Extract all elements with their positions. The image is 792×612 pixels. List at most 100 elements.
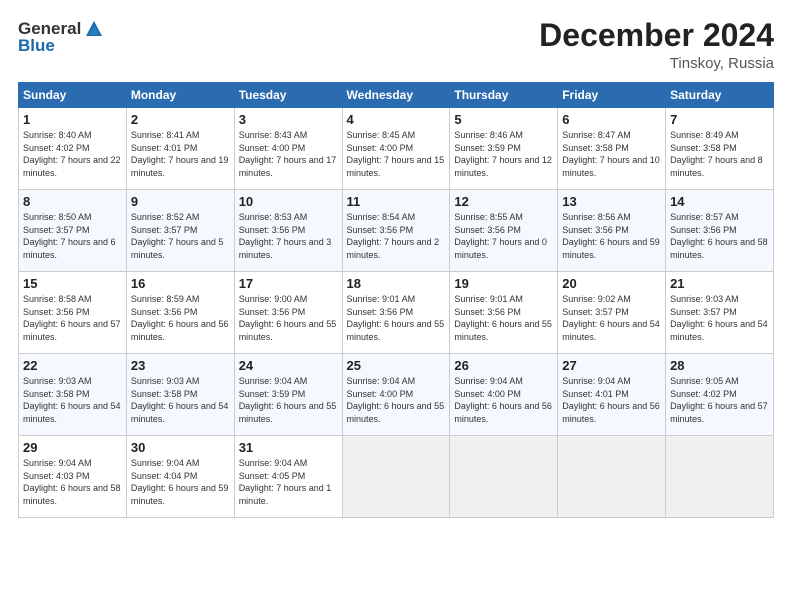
- day-number: 26: [454, 358, 553, 373]
- day-detail: Sunrise: 8:40 AMSunset: 4:02 PMDaylight:…: [23, 130, 121, 178]
- week-row-3: 15 Sunrise: 8:58 AMSunset: 3:56 PMDaylig…: [19, 272, 774, 354]
- table-row: 14 Sunrise: 8:57 AMSunset: 3:56 PMDaylig…: [666, 190, 774, 272]
- day-number: 6: [562, 112, 661, 127]
- col-tuesday: Tuesday: [234, 83, 342, 108]
- page: General Blue December 2024 Tinskoy, Russ…: [0, 0, 792, 612]
- day-detail: Sunrise: 8:57 AMSunset: 3:56 PMDaylight:…: [670, 212, 768, 260]
- day-detail: Sunrise: 9:03 AMSunset: 3:57 PMDaylight:…: [670, 294, 768, 342]
- month-title: December 2024: [539, 18, 774, 53]
- table-row: [666, 436, 774, 518]
- col-wednesday: Wednesday: [342, 83, 450, 108]
- day-detail: Sunrise: 8:54 AMSunset: 3:56 PMDaylight:…: [347, 212, 440, 260]
- day-detail: Sunrise: 8:49 AMSunset: 3:58 PMDaylight:…: [670, 130, 763, 178]
- table-row: 1 Sunrise: 8:40 AMSunset: 4:02 PMDayligh…: [19, 108, 127, 190]
- col-sunday: Sunday: [19, 83, 127, 108]
- day-number: 19: [454, 276, 553, 291]
- day-detail: Sunrise: 8:45 AMSunset: 4:00 PMDaylight:…: [347, 130, 445, 178]
- day-number: 31: [239, 440, 338, 455]
- table-row: 7 Sunrise: 8:49 AMSunset: 3:58 PMDayligh…: [666, 108, 774, 190]
- table-row: 20 Sunrise: 9:02 AMSunset: 3:57 PMDaylig…: [558, 272, 666, 354]
- title-block: December 2024 Tinskoy, Russia: [539, 18, 774, 72]
- table-row: 15 Sunrise: 8:58 AMSunset: 3:56 PMDaylig…: [19, 272, 127, 354]
- day-number: 25: [347, 358, 446, 373]
- table-row: 17 Sunrise: 9:00 AMSunset: 3:56 PMDaylig…: [234, 272, 342, 354]
- day-detail: Sunrise: 8:50 AMSunset: 3:57 PMDaylight:…: [23, 212, 116, 260]
- day-number: 12: [454, 194, 553, 209]
- col-friday: Friday: [558, 83, 666, 108]
- header: General Blue December 2024 Tinskoy, Russ…: [18, 18, 774, 72]
- day-number: 11: [347, 194, 446, 209]
- day-number: 29: [23, 440, 122, 455]
- table-row: 29 Sunrise: 9:04 AMSunset: 4:03 PMDaylig…: [19, 436, 127, 518]
- day-detail: Sunrise: 9:04 AMSunset: 4:03 PMDaylight:…: [23, 458, 121, 506]
- day-number: 30: [131, 440, 230, 455]
- table-row: [342, 436, 450, 518]
- table-row: 21 Sunrise: 9:03 AMSunset: 3:57 PMDaylig…: [666, 272, 774, 354]
- calendar-table: Sunday Monday Tuesday Wednesday Thursday…: [18, 82, 774, 518]
- day-number: 5: [454, 112, 553, 127]
- table-row: 19 Sunrise: 9:01 AMSunset: 3:56 PMDaylig…: [450, 272, 558, 354]
- day-number: 9: [131, 194, 230, 209]
- col-monday: Monday: [126, 83, 234, 108]
- day-number: 4: [347, 112, 446, 127]
- logo: General Blue: [18, 18, 105, 56]
- day-number: 28: [670, 358, 769, 373]
- table-row: 11 Sunrise: 8:54 AMSunset: 3:56 PMDaylig…: [342, 190, 450, 272]
- table-row: 25 Sunrise: 9:04 AMSunset: 4:00 PMDaylig…: [342, 354, 450, 436]
- day-number: 15: [23, 276, 122, 291]
- day-detail: Sunrise: 9:02 AMSunset: 3:57 PMDaylight:…: [562, 294, 660, 342]
- day-detail: Sunrise: 8:46 AMSunset: 3:59 PMDaylight:…: [454, 130, 552, 178]
- day-detail: Sunrise: 8:55 AMSunset: 3:56 PMDaylight:…: [454, 212, 547, 260]
- day-detail: Sunrise: 8:41 AMSunset: 4:01 PMDaylight:…: [131, 130, 229, 178]
- week-row-2: 8 Sunrise: 8:50 AMSunset: 3:57 PMDayligh…: [19, 190, 774, 272]
- day-detail: Sunrise: 9:01 AMSunset: 3:56 PMDaylight:…: [454, 294, 552, 342]
- day-number: 8: [23, 194, 122, 209]
- day-number: 23: [131, 358, 230, 373]
- table-row: [558, 436, 666, 518]
- day-number: 1: [23, 112, 122, 127]
- day-detail: Sunrise: 8:59 AMSunset: 3:56 PMDaylight:…: [131, 294, 229, 342]
- day-number: 13: [562, 194, 661, 209]
- table-row: 27 Sunrise: 9:04 AMSunset: 4:01 PMDaylig…: [558, 354, 666, 436]
- table-row: 28 Sunrise: 9:05 AMSunset: 4:02 PMDaylig…: [666, 354, 774, 436]
- col-saturday: Saturday: [666, 83, 774, 108]
- table-row: 3 Sunrise: 8:43 AMSunset: 4:00 PMDayligh…: [234, 108, 342, 190]
- week-row-4: 22 Sunrise: 9:03 AMSunset: 3:58 PMDaylig…: [19, 354, 774, 436]
- day-number: 27: [562, 358, 661, 373]
- day-number: 22: [23, 358, 122, 373]
- week-row-5: 29 Sunrise: 9:04 AMSunset: 4:03 PMDaylig…: [19, 436, 774, 518]
- day-detail: Sunrise: 9:03 AMSunset: 3:58 PMDaylight:…: [23, 376, 121, 424]
- day-number: 2: [131, 112, 230, 127]
- table-row: 30 Sunrise: 9:04 AMSunset: 4:04 PMDaylig…: [126, 436, 234, 518]
- table-row: 10 Sunrise: 8:53 AMSunset: 3:56 PMDaylig…: [234, 190, 342, 272]
- table-row: 5 Sunrise: 8:46 AMSunset: 3:59 PMDayligh…: [450, 108, 558, 190]
- table-row: 16 Sunrise: 8:59 AMSunset: 3:56 PMDaylig…: [126, 272, 234, 354]
- day-number: 10: [239, 194, 338, 209]
- day-detail: Sunrise: 8:43 AMSunset: 4:00 PMDaylight:…: [239, 130, 337, 178]
- table-row: 24 Sunrise: 9:04 AMSunset: 3:59 PMDaylig…: [234, 354, 342, 436]
- table-row: 12 Sunrise: 8:55 AMSunset: 3:56 PMDaylig…: [450, 190, 558, 272]
- logo-blue: Blue: [18, 36, 55, 56]
- table-row: 13 Sunrise: 8:56 AMSunset: 3:56 PMDaylig…: [558, 190, 666, 272]
- table-row: 8 Sunrise: 8:50 AMSunset: 3:57 PMDayligh…: [19, 190, 127, 272]
- day-detail: Sunrise: 9:04 AMSunset: 4:01 PMDaylight:…: [562, 376, 660, 424]
- day-detail: Sunrise: 9:04 AMSunset: 4:00 PMDaylight:…: [454, 376, 552, 424]
- day-number: 14: [670, 194, 769, 209]
- day-detail: Sunrise: 8:52 AMSunset: 3:57 PMDaylight:…: [131, 212, 224, 260]
- day-number: 17: [239, 276, 338, 291]
- day-detail: Sunrise: 9:04 AMSunset: 4:04 PMDaylight:…: [131, 458, 229, 506]
- day-number: 20: [562, 276, 661, 291]
- day-detail: Sunrise: 9:00 AMSunset: 3:56 PMDaylight:…: [239, 294, 337, 342]
- day-detail: Sunrise: 9:05 AMSunset: 4:02 PMDaylight:…: [670, 376, 768, 424]
- day-detail: Sunrise: 8:47 AMSunset: 3:58 PMDaylight:…: [562, 130, 660, 178]
- table-row: 4 Sunrise: 8:45 AMSunset: 4:00 PMDayligh…: [342, 108, 450, 190]
- table-row: 22 Sunrise: 9:03 AMSunset: 3:58 PMDaylig…: [19, 354, 127, 436]
- table-row: [450, 436, 558, 518]
- location: Tinskoy, Russia: [539, 55, 774, 72]
- table-row: 31 Sunrise: 9:04 AMSunset: 4:05 PMDaylig…: [234, 436, 342, 518]
- day-detail: Sunrise: 9:04 AMSunset: 3:59 PMDaylight:…: [239, 376, 337, 424]
- table-row: 6 Sunrise: 8:47 AMSunset: 3:58 PMDayligh…: [558, 108, 666, 190]
- table-row: 18 Sunrise: 9:01 AMSunset: 3:56 PMDaylig…: [342, 272, 450, 354]
- day-detail: Sunrise: 8:58 AMSunset: 3:56 PMDaylight:…: [23, 294, 121, 342]
- header-row: Sunday Monday Tuesday Wednesday Thursday…: [19, 83, 774, 108]
